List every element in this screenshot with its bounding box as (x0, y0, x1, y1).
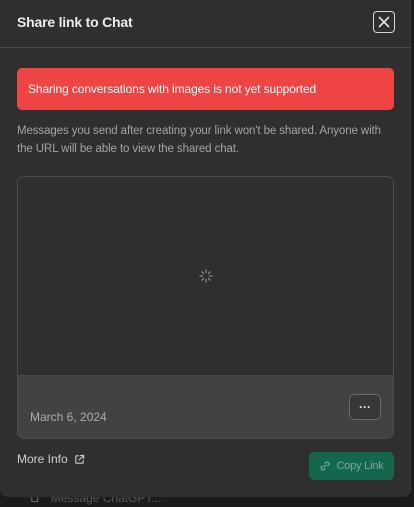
error-alert: Sharing conversations with images is not… (17, 68, 394, 110)
copy-link-label: Copy Link (336, 460, 384, 472)
link-icon (321, 461, 330, 471)
share-description: Messages you send after creating your li… (17, 125, 381, 155)
close-icon (378, 16, 390, 28)
share-dialog: Share link to Chat Sharing conversations… (0, 0, 411, 497)
copy-link-button[interactable]: Copy Link (309, 452, 394, 480)
dialog-title: Share link to Chat (17, 14, 133, 30)
preview-body (18, 177, 393, 376)
dialog-header: Share link to Chat (0, 0, 411, 48)
external-link-icon (74, 454, 84, 464)
chat-preview-card: March 6, 2024 ··· (17, 176, 394, 439)
preview-footer: March 6, 2024 ··· (18, 376, 393, 438)
more-info-link[interactable]: More Info (17, 452, 85, 466)
spinner-icon (199, 269, 213, 283)
more-info-label: More Info (17, 452, 68, 466)
close-button[interactable] (373, 11, 395, 33)
more-options-button[interactable]: ··· (349, 394, 381, 420)
share-date: March 6, 2024 (30, 410, 107, 424)
alert-message: Sharing conversations with images is not… (28, 82, 317, 96)
